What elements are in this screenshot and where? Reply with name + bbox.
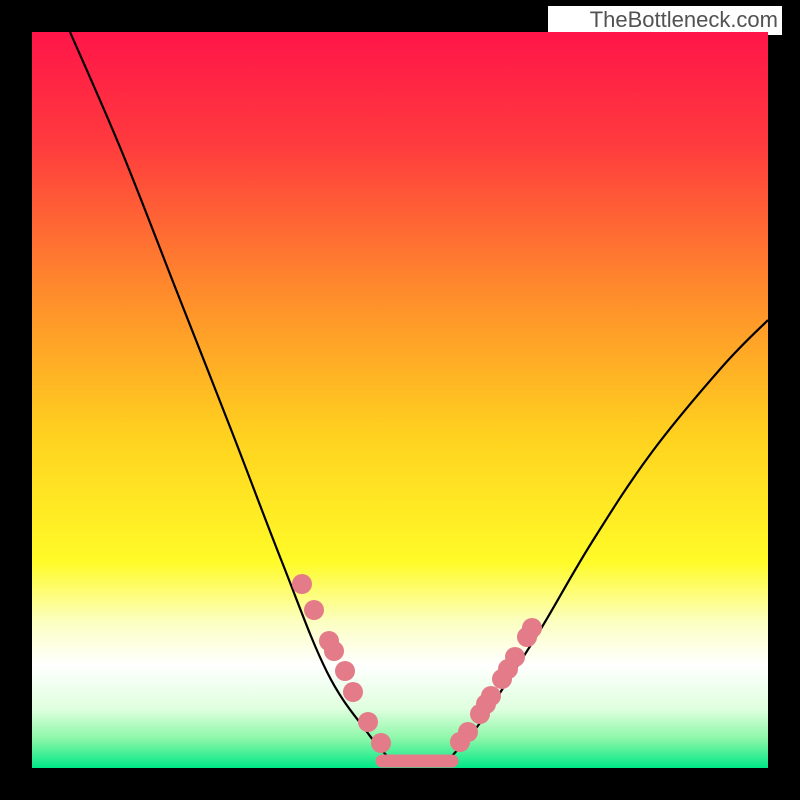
data-marker: [335, 661, 355, 681]
markers-right: [450, 618, 542, 752]
data-marker: [371, 733, 391, 753]
curve-layer: [32, 32, 768, 768]
data-marker: [505, 647, 525, 667]
data-marker: [458, 722, 478, 742]
data-marker: [343, 682, 363, 702]
markers-left: [292, 574, 391, 753]
data-marker: [481, 686, 501, 706]
chart-container: TheBottleneck.com: [0, 0, 800, 800]
data-marker: [358, 712, 378, 732]
plot-area: [32, 32, 768, 768]
data-marker: [292, 574, 312, 594]
watermark-label: TheBottleneck.com: [548, 6, 782, 35]
data-marker: [324, 641, 344, 661]
data-marker: [522, 618, 542, 638]
data-marker: [304, 600, 324, 620]
